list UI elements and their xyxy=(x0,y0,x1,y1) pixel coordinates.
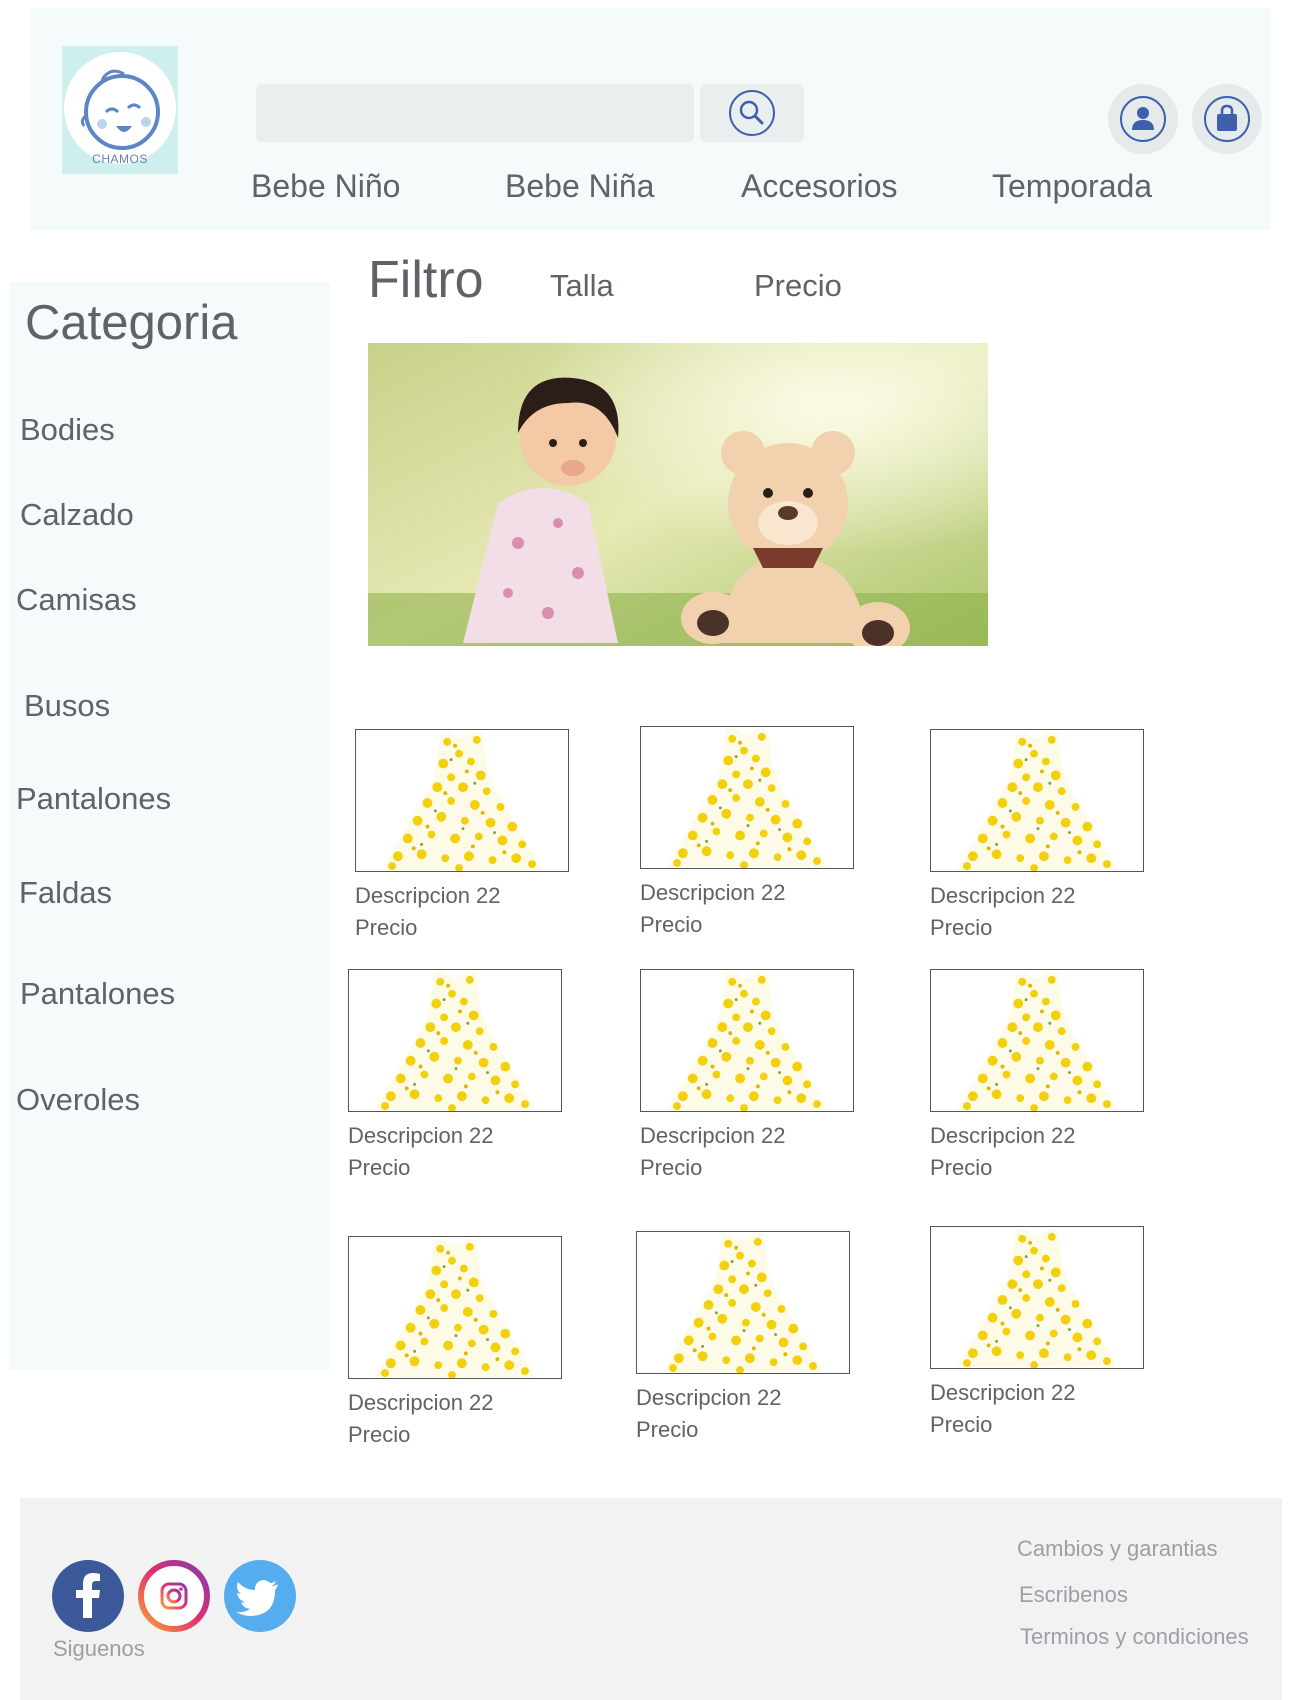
sidebar-item-pantalones-2[interactable]: Pantalones xyxy=(20,976,175,1012)
yellow-floral-dress-image xyxy=(931,730,1143,871)
product-description: Descripcion 22 xyxy=(636,1385,782,1410)
filter-precio[interactable]: Precio xyxy=(754,268,842,304)
brand-logo[interactable]: CHAMOS xyxy=(62,46,178,174)
sidebar-item-pantalones[interactable]: Pantalones xyxy=(16,781,171,817)
product-description: Descripcion 22 xyxy=(930,1380,1076,1405)
product-image xyxy=(636,1231,850,1374)
product-price: Precio xyxy=(355,915,418,940)
search-input[interactable] xyxy=(256,84,694,142)
product-card[interactable]: Descripcion 22 Precio xyxy=(640,969,854,1182)
product-image xyxy=(348,1236,562,1379)
product-image xyxy=(930,1226,1144,1369)
user-account-button[interactable] xyxy=(1108,84,1178,154)
filter-title: Filtro xyxy=(368,251,484,309)
yellow-floral-dress-image xyxy=(349,970,561,1111)
product-price: Precio xyxy=(348,1155,411,1180)
product-card[interactable]: Descripcion 22 Precio xyxy=(348,1236,562,1449)
product-image xyxy=(640,969,854,1112)
yellow-floral-dress-image xyxy=(349,1237,561,1378)
nav-bebe-nino[interactable]: Bebe Niño xyxy=(251,168,400,205)
sidebar-item-faldas[interactable]: Faldas xyxy=(19,875,112,911)
product-description: Descripcion 22 xyxy=(930,883,1076,908)
nav-bebe-nina[interactable]: Bebe Niña xyxy=(505,168,654,205)
follow-us-label: Siguenos xyxy=(53,1636,145,1661)
yellow-floral-dress-image xyxy=(931,970,1143,1111)
product-description: Descripcion 22 xyxy=(348,1123,494,1148)
product-description: Descripcion 22 xyxy=(640,880,786,905)
logo-text: CHAMOS xyxy=(92,152,148,166)
sidebar-item-busos[interactable]: Busos xyxy=(24,688,110,724)
yellow-floral-dress-image xyxy=(931,1227,1143,1368)
product-card[interactable]: Descripcion 22 Precio xyxy=(636,1231,850,1444)
baby-with-teddy-bear-image xyxy=(368,343,988,646)
product-price: Precio xyxy=(640,1155,703,1180)
footer-link-terminos[interactable]: Terminos y condiciones xyxy=(1020,1624,1249,1650)
product-card[interactable]: Descripcion 22 Precio xyxy=(348,969,562,1182)
shopping-bag-icon xyxy=(1204,96,1250,142)
product-card[interactable]: Descripcion 22 Precio xyxy=(930,969,1144,1182)
sidebar-item-camisas[interactable]: Camisas xyxy=(16,582,137,618)
sidebar-item-overoles[interactable]: Overoles xyxy=(16,1082,140,1118)
footer-link-escribenos[interactable]: Escribenos xyxy=(1019,1582,1128,1608)
filter-talla[interactable]: Talla xyxy=(550,268,614,304)
instagram-icon xyxy=(138,1560,210,1632)
sidebar-item-bodies[interactable]: Bodies xyxy=(20,412,115,448)
facebook-link[interactable] xyxy=(52,1560,124,1632)
nav-temporada[interactable]: Temporada xyxy=(992,168,1152,205)
product-price: Precio xyxy=(930,1155,993,1180)
product-price: Precio xyxy=(636,1417,699,1442)
product-price: Precio xyxy=(930,1412,993,1437)
product-image xyxy=(348,969,562,1112)
product-price: Precio xyxy=(640,912,703,937)
product-card[interactable]: Descripcion 22 Precio xyxy=(355,729,569,942)
product-card[interactable]: Descripcion 22 Precio xyxy=(930,1226,1144,1439)
product-image xyxy=(930,729,1144,872)
yellow-floral-dress-image xyxy=(637,1232,849,1373)
instagram-link[interactable] xyxy=(138,1560,210,1632)
twitter-link[interactable] xyxy=(224,1560,296,1632)
shopping-bag-button[interactable] xyxy=(1192,84,1262,154)
product-image xyxy=(355,729,569,872)
footer-link-cambios[interactable]: Cambios y garantias xyxy=(1017,1536,1218,1562)
yellow-floral-dress-image xyxy=(641,727,853,868)
search-icon xyxy=(729,90,775,136)
product-image xyxy=(930,969,1144,1112)
facebook-icon xyxy=(76,1573,100,1618)
yellow-floral-dress-image xyxy=(356,730,568,871)
user-icon xyxy=(1120,96,1166,142)
product-card[interactable]: Descripcion 22 Precio xyxy=(930,729,1144,942)
sidebar-item-calzado[interactable]: Calzado xyxy=(20,497,134,533)
nav-accesorios[interactable]: Accesorios xyxy=(741,168,898,205)
product-description: Descripcion 22 xyxy=(640,1123,786,1148)
product-description: Descripcion 22 xyxy=(930,1123,1076,1148)
search-button[interactable] xyxy=(700,84,804,142)
product-image xyxy=(640,726,854,869)
sidebar-title: Categoria xyxy=(25,296,238,350)
product-price: Precio xyxy=(348,1422,411,1447)
product-price: Precio xyxy=(930,915,993,940)
yellow-floral-dress-image xyxy=(641,970,853,1111)
twitter-icon xyxy=(236,1580,278,1616)
product-description: Descripcion 22 xyxy=(348,1390,494,1415)
product-description: Descripcion 22 xyxy=(355,883,501,908)
product-card[interactable]: Descripcion 22 Precio xyxy=(640,726,854,939)
hero-banner-image xyxy=(368,343,988,646)
